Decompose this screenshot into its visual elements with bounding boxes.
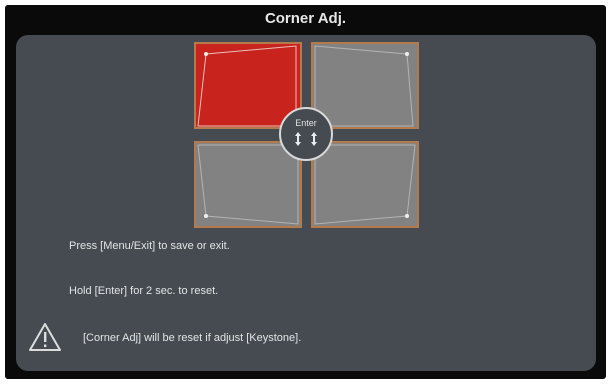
four-direction-arrows-icon — [295, 132, 317, 146]
reset-instruction: Hold [Enter] for 2 sec. to reset. — [69, 285, 219, 297]
warning-triangle-icon — [29, 323, 61, 351]
menu-title: Corner Adj. — [264, 10, 347, 27]
save-exit-instruction: Press [Menu/Exit] to save or exit. — [69, 240, 230, 252]
corner-adj-panel: Enter Press [Menu/Exit] to save or exit.… — [16, 35, 596, 371]
enter-button[interactable]: Enter — [279, 107, 333, 161]
keystone-warning-text: [Corner Adj] will be reset if adjust [Ke… — [83, 332, 302, 344]
osd-window: Corner Adj. Enter Press [Menu/Exit] to s… — [5, 5, 606, 379]
